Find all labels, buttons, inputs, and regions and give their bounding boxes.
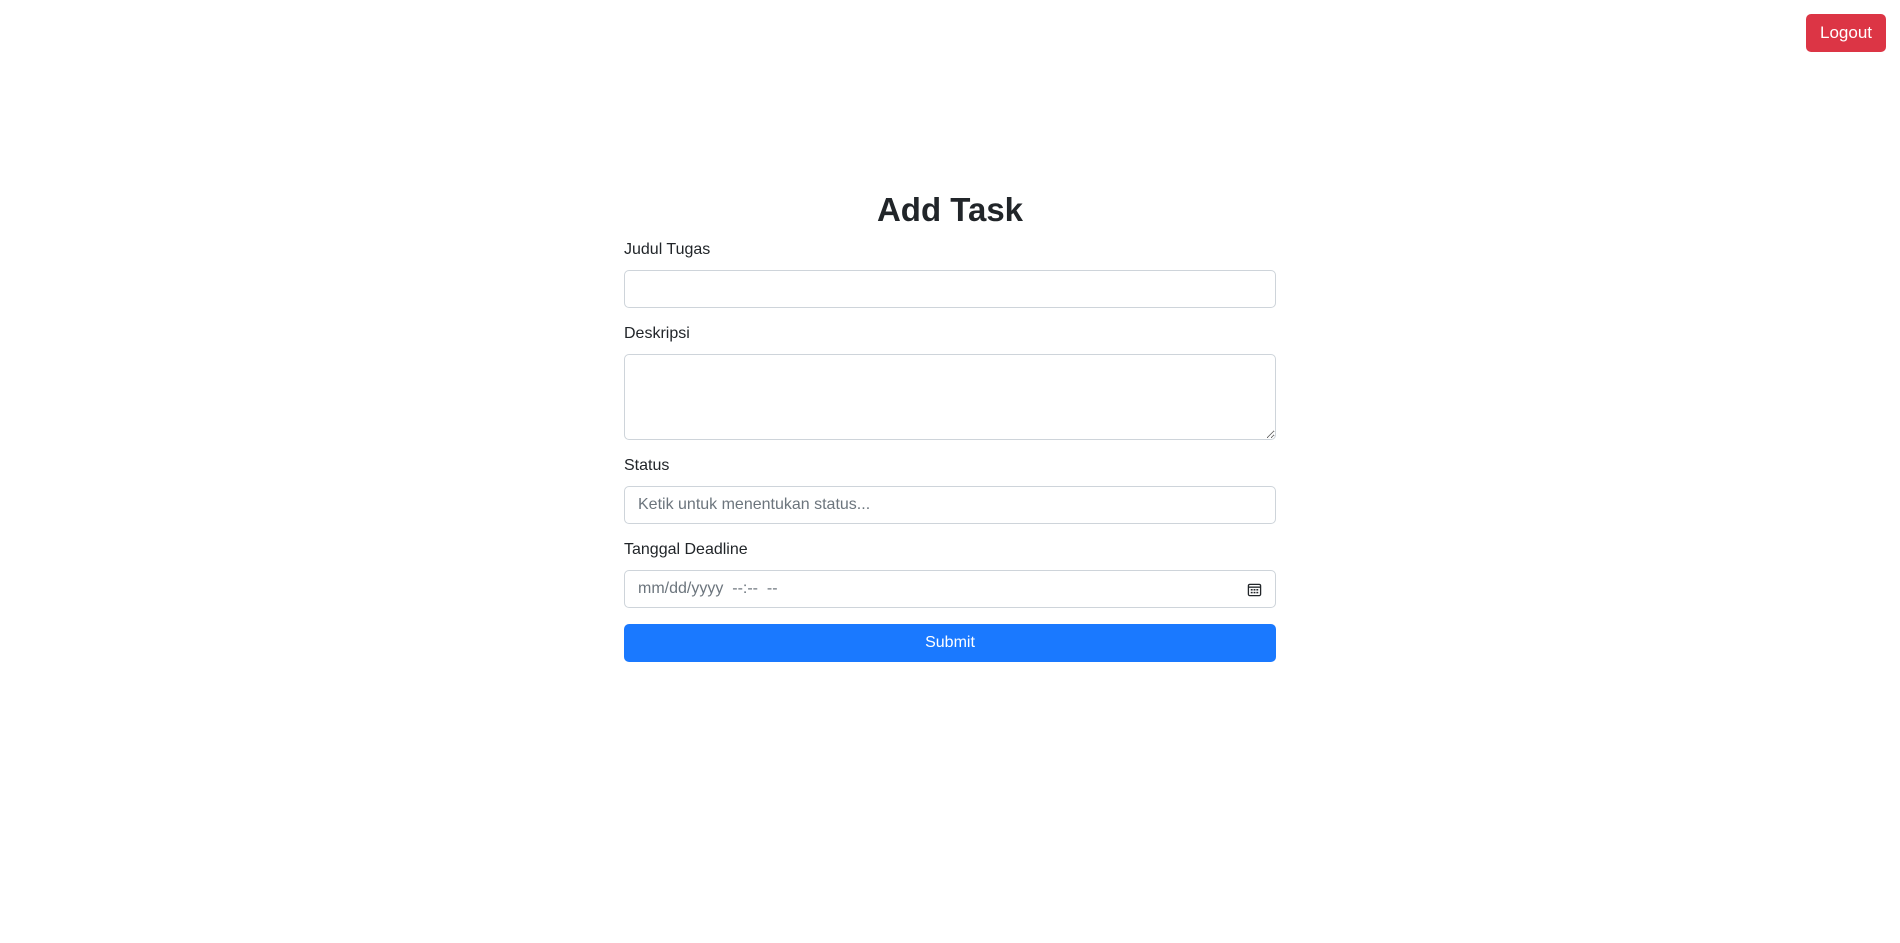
status-label: Status: [624, 457, 670, 474]
deadline-datetime-input[interactable]: mm/dd/yyyy --:-- --: [624, 570, 1276, 608]
deskripsi-field-group: Deskripsi: [624, 324, 1276, 440]
calendar-icon[interactable]: [1246, 581, 1262, 597]
judul-input[interactable]: [624, 270, 1276, 308]
deadline-label: Tanggal Deadline: [624, 541, 748, 558]
logout-button[interactable]: Logout: [1806, 14, 1886, 52]
judul-field-group: Judul Tugas: [624, 240, 1276, 308]
deadline-placeholder: mm/dd/yyyy --:-- --: [638, 580, 778, 597]
judul-label: Judul Tugas: [624, 241, 711, 258]
page: Logout Add Task Judul Tugas Deskripsi St…: [0, 0, 1900, 943]
status-input[interactable]: [624, 486, 1276, 524]
deadline-field-group: Tanggal Deadline mm/dd/yyyy --:-- --: [624, 540, 1276, 608]
submit-button[interactable]: Submit: [624, 624, 1276, 662]
status-field-group: Status: [624, 456, 1276, 524]
deskripsi-textarea[interactable]: [624, 354, 1276, 440]
add-task-form: Add Task Judul Tugas Deskripsi Status Ta…: [624, 190, 1276, 662]
page-title: Add Task: [876, 191, 1024, 228]
deskripsi-label: Deskripsi: [624, 325, 690, 342]
